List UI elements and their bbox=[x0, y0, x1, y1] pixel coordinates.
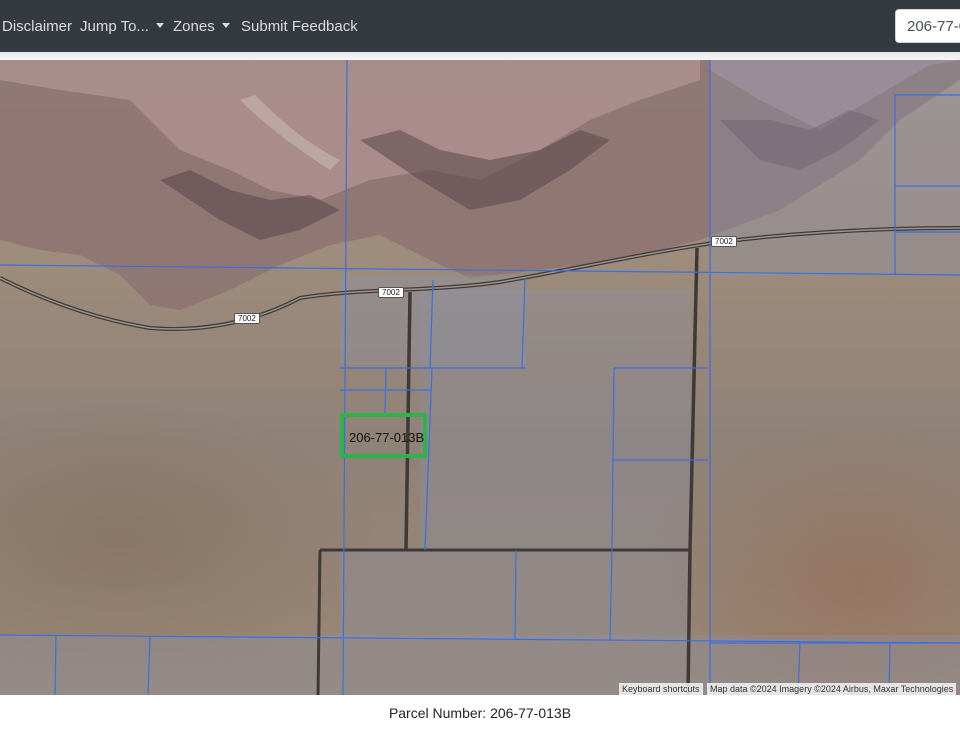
parcel-number-text: Parcel Number: 206-77-013B bbox=[388, 705, 572, 721]
parcel-search-input[interactable]: 206-77-0 bbox=[895, 9, 960, 43]
top-navbar: Disclaimer Jump To... Zones Submit Feedb… bbox=[0, 0, 960, 52]
nav-jump-to-dropdown[interactable]: Jump To... bbox=[80, 18, 164, 35]
nav-jump-to-label: Jump To... bbox=[80, 18, 149, 35]
chevron-down-icon bbox=[221, 23, 230, 28]
nav-submit-feedback-link[interactable]: Submit Feedback bbox=[241, 18, 358, 35]
parcel-tint-3 bbox=[710, 60, 960, 275]
map-imagery bbox=[0, 60, 960, 695]
keyboard-shortcuts-link[interactable]: Keyboard shortcuts bbox=[619, 683, 703, 695]
road-label-7002: 7002 bbox=[234, 313, 260, 324]
parcel-number-footer: Parcel Number: 206-77-013B bbox=[0, 695, 960, 721]
nav-zones-label: Zones bbox=[173, 18, 215, 35]
nav-disclaimer-link[interactable]: Disclaimer bbox=[2, 18, 72, 35]
navbar-divider bbox=[0, 52, 960, 60]
nav-zones-dropdown[interactable]: Zones bbox=[173, 18, 230, 35]
road-label-7002: 7002 bbox=[378, 287, 404, 298]
map-view[interactable]: 7002 7002 7002 206-77-013B bbox=[0, 60, 960, 695]
selected-parcel-label: 206-77-013B bbox=[349, 430, 425, 445]
parcel-tint-2 bbox=[420, 290, 690, 550]
chevron-down-icon bbox=[155, 23, 164, 28]
road-label-7002: 7002 bbox=[711, 236, 737, 247]
map-data-attribution[interactable]: Map data ©2024 Imagery ©2024 Airbus, Max… bbox=[707, 683, 957, 695]
